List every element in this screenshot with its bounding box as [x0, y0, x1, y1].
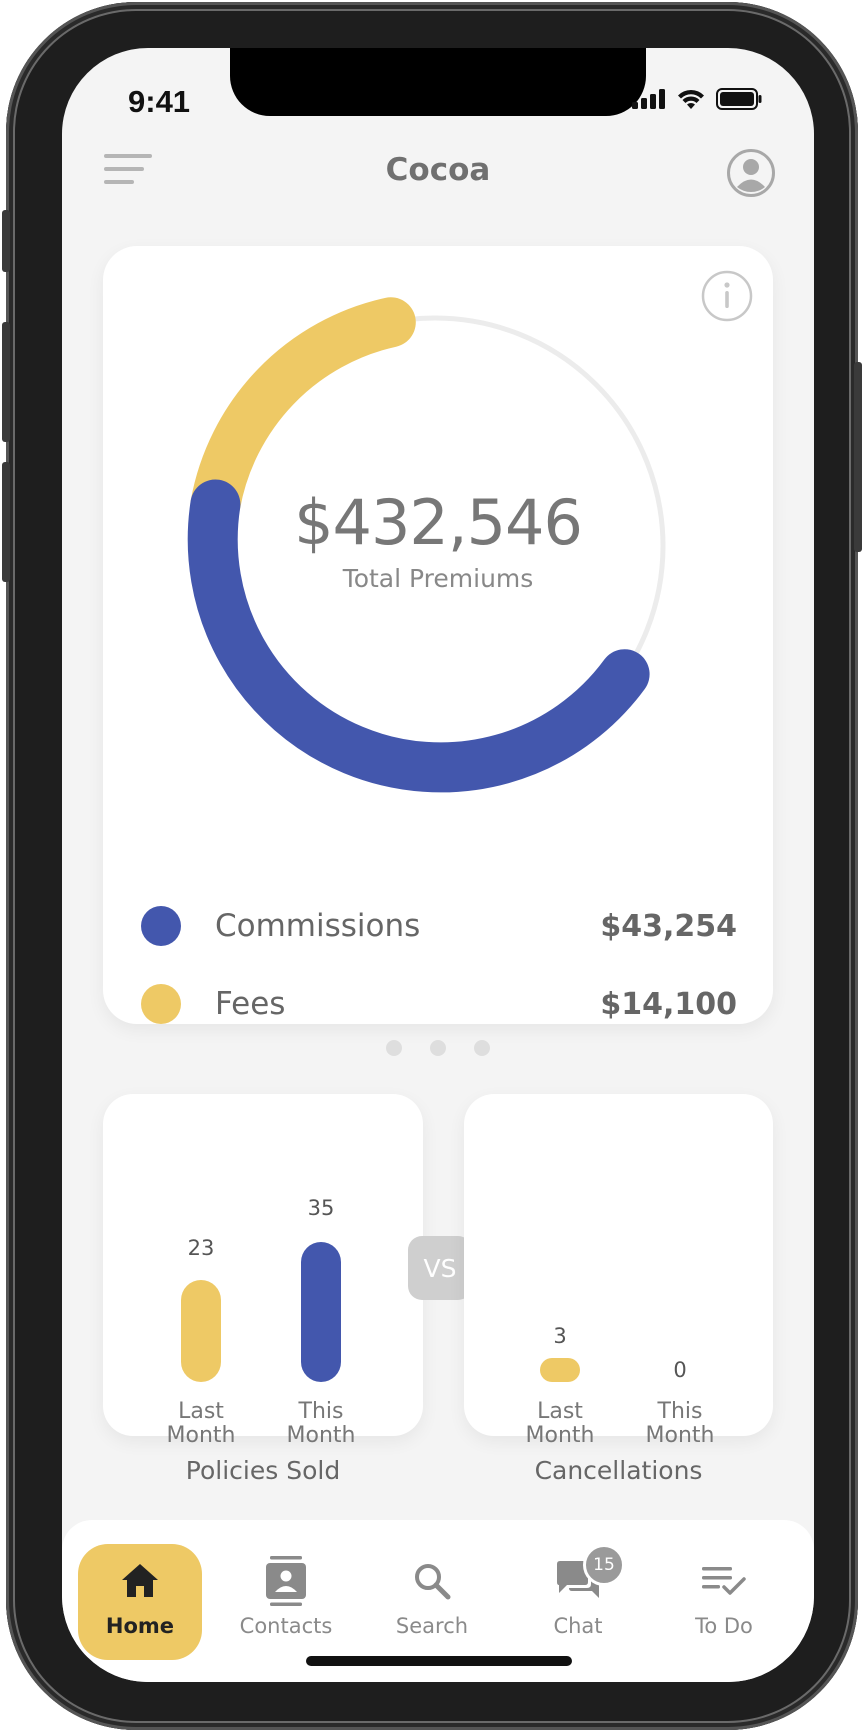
page-dot[interactable] — [474, 1040, 490, 1056]
tab-icon-wrap — [120, 1556, 160, 1606]
tab-home[interactable]: Home — [78, 1544, 202, 1660]
bar-last-month — [540, 1358, 580, 1382]
page-dot[interactable] — [430, 1040, 446, 1056]
power-button — [854, 362, 862, 552]
tab-label: To Do — [695, 1614, 753, 1638]
bar-label-line: This — [298, 1399, 344, 1424]
commissions-dot — [141, 906, 181, 946]
legend-row-fees: Fees $14,100 — [141, 982, 737, 1026]
bar-label: Last Month — [151, 1400, 251, 1448]
tab-label: Chat — [553, 1614, 603, 1638]
mute-switch — [2, 210, 10, 272]
page-dot[interactable] — [386, 1040, 402, 1056]
tab-label: Search — [395, 1614, 469, 1638]
home-indicator — [306, 1656, 572, 1666]
wifi-icon — [678, 89, 704, 109]
bar-last-month — [181, 1280, 221, 1382]
legend-label: Fees — [215, 986, 286, 1022]
tab-label: Contacts — [239, 1614, 333, 1638]
page-title: Cocoa — [385, 152, 491, 188]
tab-contacts[interactable]: Contacts — [224, 1544, 348, 1660]
status-time: 9:41 — [128, 84, 191, 119]
bar-label: This Month — [271, 1400, 371, 1448]
tab-icon-wrap — [264, 1556, 308, 1606]
tab-search[interactable]: Search — [370, 1544, 494, 1660]
legend-value: $14,100 — [600, 986, 737, 1022]
cancellations-caption: Cancellations — [534, 1456, 703, 1485]
todo-icon — [702, 1567, 746, 1595]
contacts-icon — [266, 1556, 306, 1606]
info-icon[interactable] — [701, 270, 753, 322]
bar-value: 23 — [187, 1236, 215, 1260]
search-icon — [415, 1564, 451, 1600]
bar-value: 0 — [673, 1358, 687, 1382]
donut-segment-fees — [190, 297, 416, 530]
battery-icon — [716, 88, 762, 110]
total-premiums-label: Total Premiums — [342, 564, 534, 593]
total-premiums-value: $432,546 — [294, 486, 583, 559]
cancellations-card: 3 Last Month 0 This Month — [464, 1094, 773, 1448]
bar-label-line: Month — [166, 1423, 236, 1448]
tab-icon-wrap — [702, 1556, 746, 1606]
premiums-card: $432,546 Total Premiums Commissions $43,… — [103, 246, 773, 1024]
tab-bar: Home Contacts Search 15 Chat To Do — [62, 1520, 814, 1682]
bar-value: 35 — [307, 1196, 335, 1220]
tab-chat[interactable]: 15 Chat — [516, 1544, 640, 1660]
volume-up-button — [2, 322, 10, 442]
tab-icon-wrap — [412, 1556, 452, 1606]
bar-label-line: This — [657, 1399, 703, 1424]
screen: 9:41 Cocoa $432,546 Total Premiums Commi… — [62, 48, 814, 1682]
policies-sold-card: 23 Last Month 35 This Month — [103, 1094, 423, 1448]
legend-value: $43,254 — [600, 908, 737, 944]
bar-this-month — [301, 1242, 341, 1382]
bar-value: 3 — [553, 1324, 567, 1348]
legend-row-commissions: Commissions $43,254 — [141, 904, 737, 948]
bar-label-line: Month — [645, 1423, 715, 1448]
bar-label: Last Month — [510, 1400, 610, 1448]
bar-label-line: Month — [525, 1423, 595, 1448]
fees-dot — [141, 984, 181, 1024]
profile-icon[interactable] — [726, 148, 776, 198]
bar-label: This Month — [630, 1400, 730, 1448]
signal-icon — [632, 89, 665, 109]
bar-label-line: Last — [537, 1399, 583, 1424]
home-icon — [122, 1564, 158, 1597]
status-icons — [632, 88, 762, 110]
tab-label: Home — [105, 1614, 175, 1638]
tab-icon-wrap: 15 — [555, 1544, 625, 1606]
policies-sold-caption: Policies Sold — [185, 1456, 341, 1485]
volume-down-button — [2, 462, 10, 582]
page-indicator[interactable] — [62, 1040, 814, 1056]
chat-unread-badge: 15 — [583, 1544, 625, 1586]
vs-badge: VS — [408, 1236, 472, 1300]
legend-label: Commissions — [215, 908, 421, 944]
phone-frame: 9:41 Cocoa $432,546 Total Premiums Commi… — [2, 2, 862, 1730]
bar-label-line: Month — [286, 1423, 356, 1448]
bar-label-line: Last — [178, 1399, 224, 1424]
notch — [230, 48, 646, 116]
tab-todo[interactable]: To Do — [662, 1544, 786, 1660]
